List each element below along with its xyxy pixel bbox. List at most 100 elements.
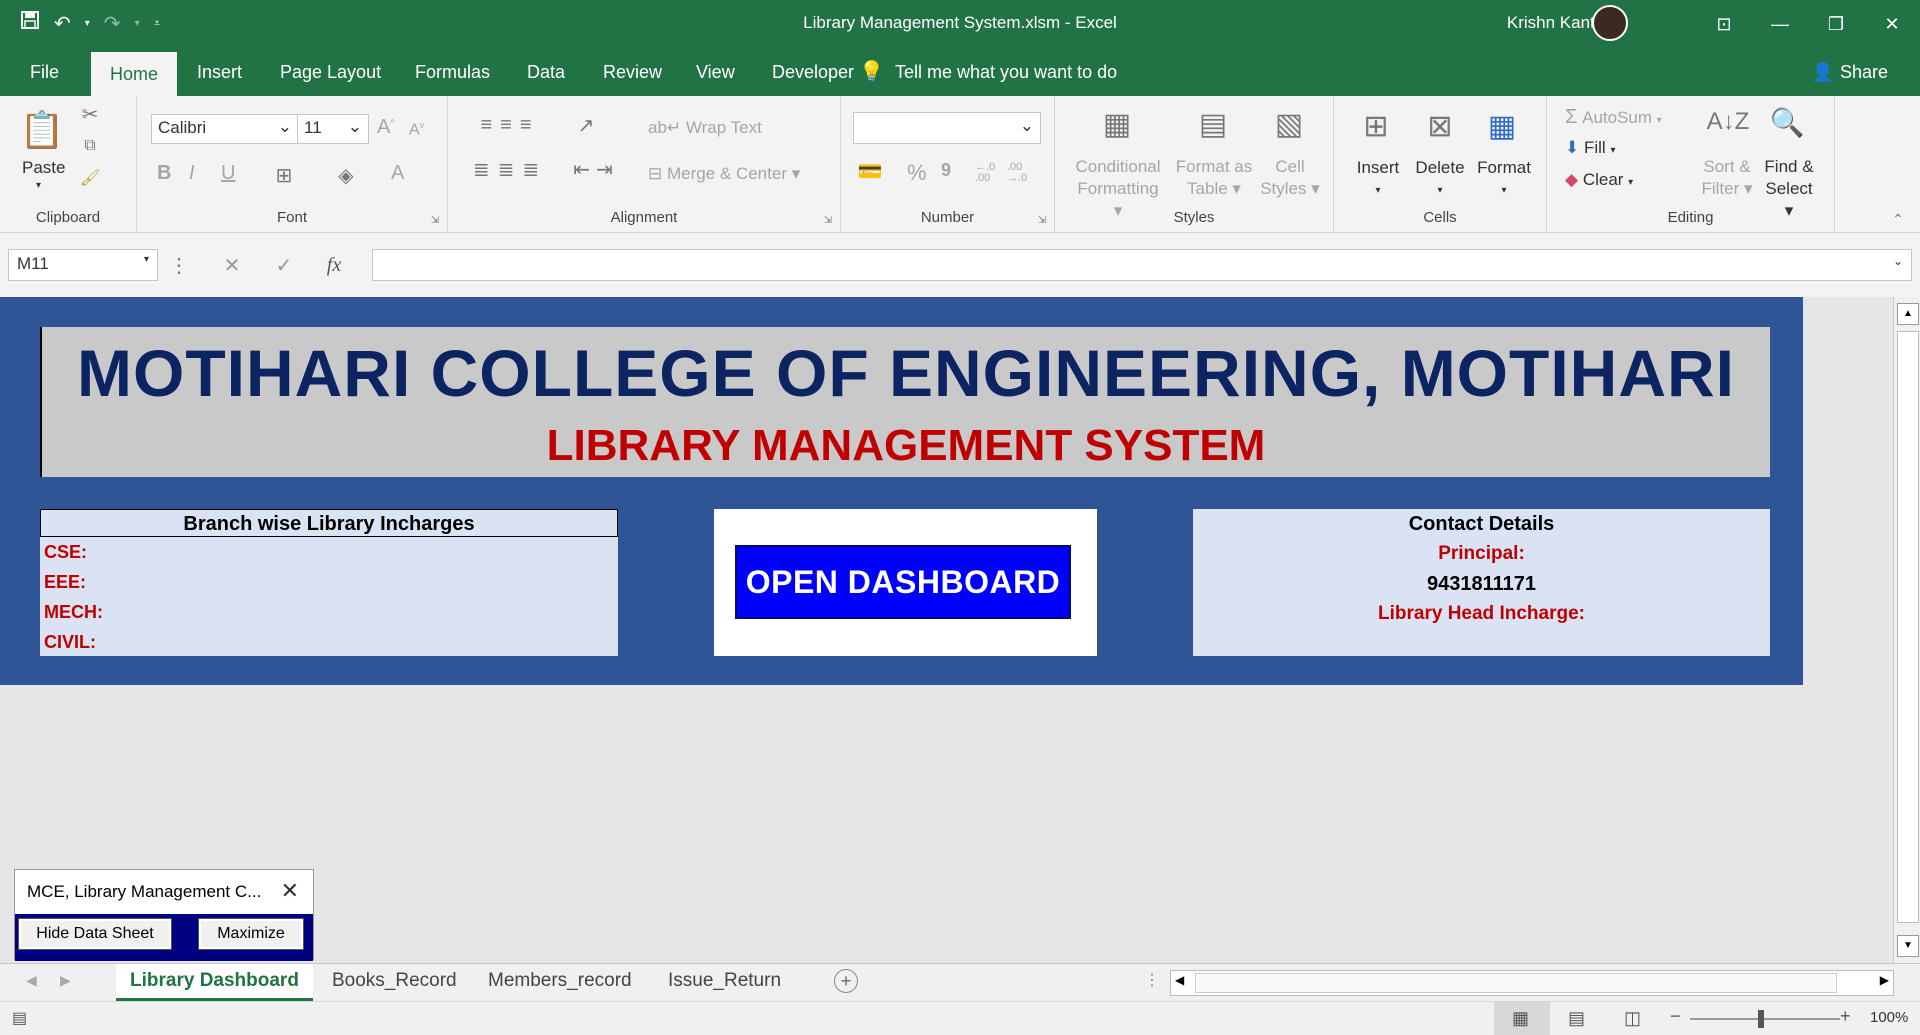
paste-icon[interactable]: 📋 (18, 104, 66, 156)
underline-button[interactable]: U (221, 162, 235, 185)
maximize-button[interactable]: Maximize (198, 918, 304, 950)
insert-cells-icon[interactable]: ⊞ (1354, 104, 1398, 148)
formula-input[interactable]: ⌄ (372, 249, 1912, 281)
tab-page-layout[interactable]: Page Layout (280, 48, 381, 96)
bold-button[interactable]: B (157, 162, 171, 185)
paste-dropdown-icon[interactable]: ▾ (36, 180, 41, 191)
userform-window[interactable]: MCE, Library Management C... ✕ Hide Data… (14, 869, 314, 961)
font-size-box[interactable]: 11 ⌄ (297, 114, 369, 144)
scroll-tabs-right-icon[interactable]: ▶ (60, 972, 71, 989)
increase-decimal-icon[interactable]: ←.0.00 (975, 162, 995, 184)
wrap-text-button[interactable]: ab↵ Wrap Text (648, 118, 762, 138)
indent-icons[interactable]: ⇤⇥ (566, 156, 626, 182)
macro-record-icon[interactable]: ▤ (12, 1008, 27, 1028)
dialog-launcher-icon[interactable]: ⇲ (1036, 214, 1048, 226)
tab-review[interactable]: Review (603, 48, 662, 96)
page-layout-icon[interactable]: ▤ (1568, 1008, 1585, 1029)
zoom-level[interactable]: 100% (1870, 1009, 1908, 1026)
zoom-out-icon[interactable]: − (1670, 1006, 1681, 1027)
delete-cells-icon[interactable]: ⊠ (1418, 104, 1462, 148)
sheet-tab-members-record[interactable]: Members_record (474, 964, 646, 998)
minimize-icon[interactable]: — (1752, 0, 1808, 48)
hide-data-sheet-button[interactable]: Hide Data Sheet (18, 918, 172, 950)
tab-splitter-icon[interactable]: ⋮ (1144, 970, 1160, 990)
ribbon-display-options-icon[interactable]: ⊡ (1696, 0, 1752, 48)
more-vertical-icon[interactable]: ⋮ (169, 251, 189, 279)
cell-styles-icon[interactable]: ▧ (1269, 104, 1309, 144)
close-icon[interactable]: ✕ (1864, 0, 1920, 48)
tell-me-box[interactable]: 💡 Tell me what you want to do (859, 48, 1117, 96)
sort-filter-icon[interactable]: A↓Z (1705, 102, 1751, 142)
tab-insert[interactable]: Insert (197, 48, 242, 96)
sheet-tab-library-dashboard[interactable]: Library Dashboard (116, 964, 313, 1001)
page-break-icon[interactable]: ◫ (1624, 1008, 1641, 1029)
percent-button[interactable]: % (907, 160, 927, 186)
sheet-tab-books-record[interactable]: Books_Record (318, 964, 471, 998)
fill-button[interactable]: ⬇ Fill ▾ (1565, 138, 1615, 158)
tab-developer[interactable]: Developer (772, 48, 854, 96)
restore-icon[interactable]: ❐ (1808, 0, 1864, 48)
fill-color-icon[interactable]: ◈ (333, 162, 359, 188)
increase-font-icon[interactable]: A^ (377, 116, 395, 139)
name-box[interactable]: M11 ▾ (8, 249, 158, 281)
zoom-slider-thumb[interactable] (1758, 1010, 1764, 1028)
normal-view-button[interactable]: ▦ (1494, 1002, 1550, 1035)
zoom-slider-track[interactable] (1690, 1018, 1840, 1020)
avatar[interactable] (1592, 5, 1628, 41)
scroll-right-icon[interactable]: ▶ (1880, 973, 1889, 987)
insert-function-button[interactable]: fx (322, 251, 346, 279)
tab-home[interactable]: Home (91, 52, 177, 96)
conditional-formatting-icon[interactable]: ▦ (1097, 104, 1137, 144)
number-format-box[interactable]: ⌄ (853, 112, 1041, 144)
cell-styles-button[interactable]: Cell Styles ▾ (1259, 156, 1321, 200)
collapse-ribbon-icon[interactable]: ⌃ (1888, 210, 1908, 228)
font-color-icon[interactable]: A (391, 162, 404, 185)
scroll-tabs-left-icon[interactable]: ◀ (26, 972, 37, 989)
userform-titlebar[interactable]: MCE, Library Management C... ✕ (15, 870, 313, 914)
format-button[interactable]: Format ▾ (1476, 158, 1532, 198)
italic-button[interactable]: I (189, 162, 195, 185)
scroll-left-icon[interactable]: ◀ (1175, 973, 1184, 987)
open-dashboard-button[interactable]: OPEN DASHBOARD (735, 545, 1071, 619)
clear-button[interactable]: ◆ Clear ▾ (1565, 170, 1633, 190)
tab-formulas[interactable]: Formulas (415, 48, 490, 96)
horizontal-scroll-thumb[interactable] (1195, 973, 1837, 993)
share-button[interactable]: 👤 Share (1812, 48, 1888, 96)
sort-filter-button[interactable]: Sort & Filter ▾ (1697, 156, 1757, 200)
zoom-in-icon[interactable]: + (1840, 1006, 1851, 1027)
format-as-table-button[interactable]: Format as Table ▾ (1171, 156, 1257, 200)
format-painter-icon[interactable]: 🖌 (78, 166, 102, 190)
vertical-align-icons[interactable]: ≡≡≡ (462, 112, 558, 138)
cancel-icon[interactable]: ✕ (220, 251, 244, 279)
insert-button[interactable]: Insert ▾ (1356, 158, 1400, 198)
close-icon[interactable]: ✕ (281, 878, 299, 904)
add-sheet-icon[interactable]: + (834, 969, 858, 993)
delete-button[interactable]: Delete ▾ (1414, 158, 1466, 198)
sheet-tab-issue-return[interactable]: Issue_Return (654, 964, 795, 998)
orientation-icon[interactable]: ↗ (566, 112, 606, 138)
format-cells-icon[interactable]: ▦ (1480, 104, 1524, 148)
dialog-launcher-icon[interactable]: ⇲ (822, 214, 834, 226)
font-name-box[interactable]: Calibri ⌄ (151, 114, 299, 144)
merge-center-button[interactable]: ⊟ Merge & Center ▾ (648, 164, 800, 184)
currency-icon[interactable]: 💳 (855, 158, 885, 184)
vertical-scrollbar[interactable]: ▲ ▼ (1893, 297, 1920, 963)
scroll-down-icon[interactable]: ▼ (1897, 935, 1919, 957)
scroll-up-icon[interactable]: ▲ (1897, 303, 1919, 325)
format-as-table-icon[interactable]: ▤ (1193, 104, 1233, 144)
cut-icon[interactable]: ✂ (78, 102, 102, 126)
tab-view[interactable]: View (696, 48, 735, 96)
borders-icon[interactable]: ⊞ (271, 162, 297, 188)
tab-data[interactable]: Data (527, 48, 565, 96)
worksheet-area[interactable]: MOTIHARI COLLEGE OF ENGINEERING, MOTIHAR… (0, 297, 1893, 963)
enter-icon[interactable]: ✓ (272, 251, 296, 279)
decrease-font-icon[interactable]: Av (409, 120, 424, 139)
expand-formula-icon[interactable]: ⌄ (1893, 254, 1903, 268)
autosum-button[interactable]: Σ AutoSum ▾ (1565, 106, 1662, 129)
horizontal-align-icons[interactable]: ≣≣≣ (462, 156, 558, 182)
decrease-decimal-icon[interactable]: .00 →.0 (1007, 162, 1027, 184)
horizontal-scrollbar[interactable]: ◀ ▶ (1170, 970, 1894, 996)
tab-file[interactable]: File (30, 48, 59, 96)
find-icon[interactable]: 🔍 (1765, 102, 1809, 142)
dialog-launcher-icon[interactable]: ⇲ (429, 214, 441, 226)
